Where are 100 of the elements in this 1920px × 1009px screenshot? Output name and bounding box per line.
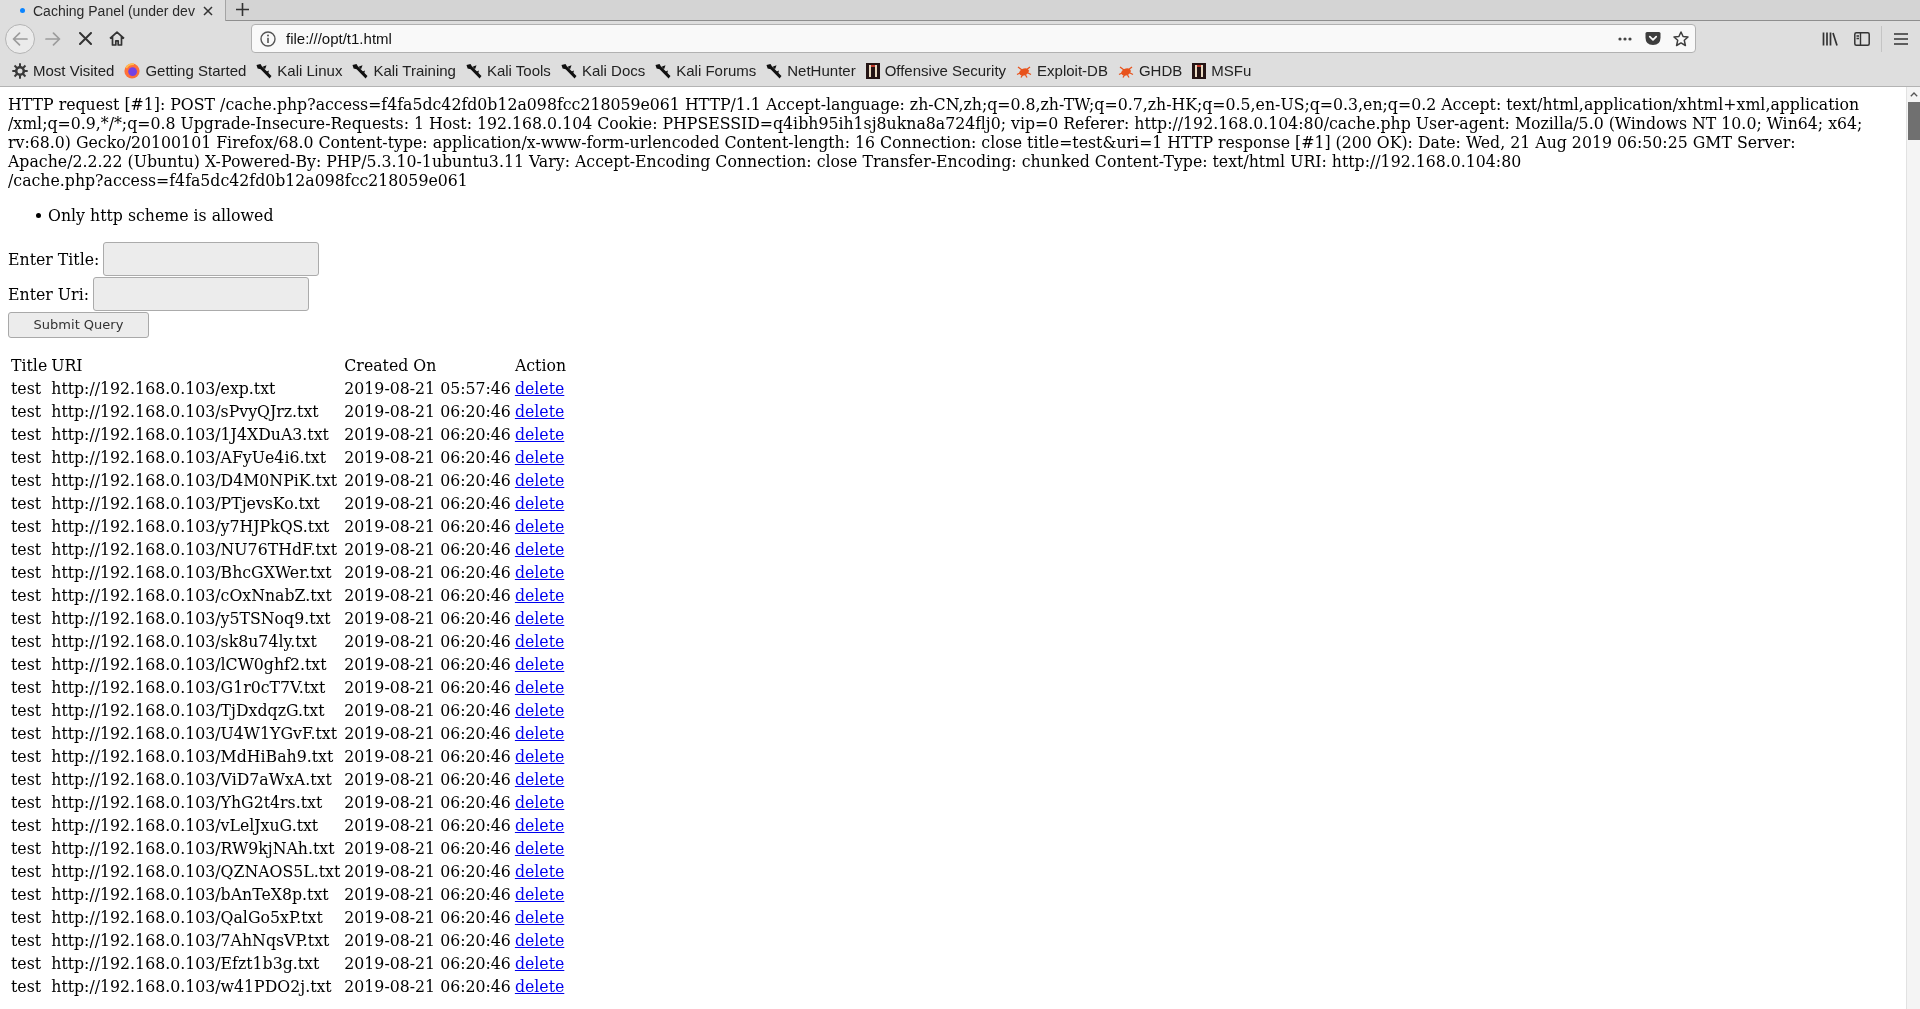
shield-chevron-icon[interactable]	[1645, 31, 1661, 46]
tile-icon	[865, 63, 880, 79]
column-header: URI	[51, 356, 83, 375]
address-bar[interactable]: file:///opt/t1.html	[251, 24, 1696, 53]
table-cell: http://192.168.0.103/D4M0NPiK.txt	[51, 471, 338, 490]
text-field[interactable]	[103, 242, 320, 276]
table-cell: test	[11, 908, 42, 927]
table-cell: 2019-08-21 06:20:46	[344, 425, 511, 444]
bookmark-item[interactable]: MSFu	[1187, 59, 1257, 83]
delete-link[interactable]: delete	[514, 908, 565, 927]
table-cell: test	[11, 448, 42, 467]
delete-link[interactable]: delete	[514, 540, 565, 559]
bookmark-item[interactable]: Most Visited	[7, 59, 120, 83]
close-icon	[78, 32, 92, 45]
bookmark-item[interactable]: Offensive Security	[860, 59, 1012, 83]
bookmark-item[interactable]: Kali Tools	[460, 59, 556, 83]
star-icon[interactable]	[1673, 30, 1689, 47]
delete-link[interactable]: delete	[514, 747, 565, 766]
dot-icon	[20, 8, 25, 13]
field-label: Enter Uri:	[8, 284, 89, 304]
dragon-icon	[560, 63, 577, 79]
caret-up-icon[interactable]	[1909, 92, 1918, 97]
bookmark-item[interactable]: Getting Started	[119, 59, 252, 83]
bookmark-item[interactable]: Exploit-DB	[1011, 59, 1113, 83]
table-cell: http://192.168.0.103/lCW0ghf2.txt	[51, 655, 327, 674]
table-cell: test	[11, 885, 42, 904]
table-cell: 2019-08-21 06:20:46	[344, 402, 511, 421]
tab-title: Caching Panel (under dev	[33, 2, 195, 19]
table-cell: test	[11, 931, 42, 950]
delete-link[interactable]: delete	[514, 402, 565, 421]
table-cell: 2019-08-21 06:20:46	[344, 540, 511, 559]
delete-link[interactable]: delete	[514, 655, 565, 674]
delete-link[interactable]: delete	[514, 471, 565, 490]
delete-link[interactable]: delete	[514, 632, 565, 651]
table-cell: test	[11, 586, 42, 605]
delete-link[interactable]: delete	[514, 701, 565, 720]
table-cell: http://192.168.0.103/7AhNqsVP.txt	[51, 931, 330, 950]
table-cell: http://192.168.0.103/ViD7aWxA.txt	[51, 770, 332, 789]
column-header: Action	[514, 356, 567, 375]
submit-button[interactable]: Submit Query	[8, 312, 149, 338]
delete-link[interactable]: delete	[514, 586, 565, 605]
table-cell: http://192.168.0.103/vLelJxuG.txt	[51, 816, 319, 835]
bookmark-item[interactable]: NetHunter	[761, 59, 861, 83]
delete-link[interactable]: delete	[514, 954, 565, 973]
dragon-icon	[766, 63, 783, 79]
new-tab-button[interactable]	[234, 1, 250, 17]
delete-link[interactable]: delete	[514, 931, 565, 950]
bookmark-item[interactable]: GHDB	[1112, 59, 1188, 83]
bookmark-item[interactable]: Kali Docs	[555, 59, 651, 83]
books-icon	[1822, 31, 1838, 46]
delete-link[interactable]: delete	[514, 448, 565, 467]
delete-link[interactable]: delete	[514, 678, 565, 697]
column-header: Title	[11, 356, 48, 375]
table-cell: 2019-08-21 06:20:46	[344, 885, 511, 904]
delete-link[interactable]: delete	[514, 425, 565, 444]
delete-link[interactable]: delete	[514, 609, 565, 628]
table-cell: test	[11, 402, 42, 421]
bookmark-item[interactable]: Kali Linux	[251, 59, 348, 83]
table-cell: test	[11, 425, 42, 444]
table-cell: http://192.168.0.103/exp.txt	[51, 379, 276, 398]
delete-link[interactable]: delete	[514, 862, 565, 881]
bookmark-item[interactable]: Kali Forums	[650, 59, 762, 83]
delete-link[interactable]: delete	[514, 379, 565, 398]
browser-tab[interactable]: Caching Panel (under dev	[0, 0, 226, 21]
table-cell: http://192.168.0.103/MdHiBah9.txt	[51, 747, 334, 766]
delete-link[interactable]: delete	[514, 793, 565, 812]
table-cell: http://192.168.0.103/sPvyQJrz.txt	[51, 402, 319, 421]
table-cell: http://192.168.0.103/YhG2t4rs.txt	[51, 793, 323, 812]
ellipsis-icon[interactable]	[1618, 36, 1632, 41]
delete-link[interactable]: delete	[514, 517, 565, 536]
table-cell: http://192.168.0.103/y5TSNoq9.txt	[51, 609, 331, 628]
table-cell: http://192.168.0.103/PTjevsKo.txt	[51, 494, 320, 513]
scrollbar[interactable]	[1906, 87, 1920, 1009]
delete-link[interactable]: delete	[514, 724, 565, 743]
bookmark-item[interactable]: Kali Training	[347, 59, 461, 83]
table-cell: 2019-08-21 06:20:46	[344, 494, 511, 513]
table-cell: 2019-08-21 06:20:46	[344, 747, 511, 766]
table-cell: 2019-08-21 06:20:46	[344, 517, 511, 536]
table-cell: test	[11, 977, 42, 996]
close-tab-button[interactable]	[202, 4, 213, 17]
info-icon[interactable]	[260, 30, 276, 47]
scrollbar-thumb[interactable]	[1907, 102, 1920, 140]
table-cell: test	[11, 494, 42, 513]
table-cell: http://192.168.0.103/BhcGXWer.txt	[51, 563, 332, 582]
delete-link[interactable]: delete	[514, 770, 565, 789]
delete-link[interactable]: delete	[514, 977, 565, 996]
table-cell: http://192.168.0.103/G1r0cT7V.txt	[51, 678, 326, 697]
delete-link[interactable]: delete	[514, 816, 565, 835]
tile-icon	[1192, 63, 1207, 79]
table-cell: test	[11, 701, 42, 720]
table-cell: 2019-08-21 06:20:46	[344, 586, 511, 605]
table-cell: http://192.168.0.103/QZNAOS5L.txt	[51, 862, 341, 881]
globe-icon	[124, 63, 141, 79]
delete-link[interactable]: delete	[514, 494, 565, 513]
delete-link[interactable]: delete	[514, 563, 565, 582]
delete-link[interactable]: delete	[514, 839, 565, 858]
table-cell: test	[11, 816, 42, 835]
table-cell: 2019-08-21 05:57:46	[344, 379, 511, 398]
delete-link[interactable]: delete	[514, 885, 565, 904]
text-field[interactable]	[93, 277, 309, 311]
